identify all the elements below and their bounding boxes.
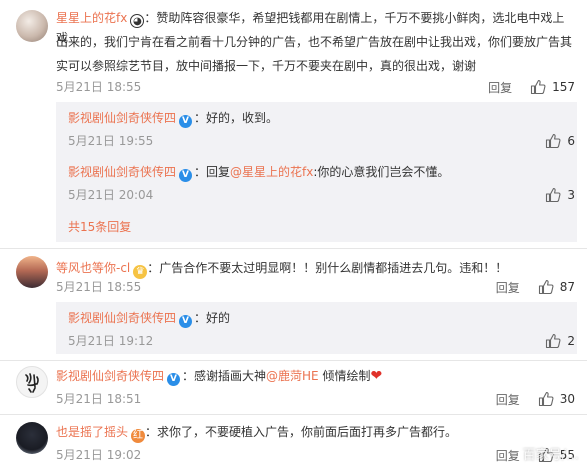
like-count: 3 bbox=[567, 188, 575, 202]
avatar[interactable] bbox=[16, 10, 48, 42]
thumbs-up-icon bbox=[538, 391, 554, 407]
reply-text: 影视剧仙剑奇侠传四 V ：好的 bbox=[68, 308, 571, 328]
comment-text: ：求你了，不要硬植入广告，你前面后面打再多广告都行。 bbox=[145, 425, 458, 439]
like-count: 157 bbox=[552, 80, 575, 94]
reply-content: ：好的 bbox=[194, 311, 231, 325]
calligraphy-logo-icon bbox=[25, 373, 39, 393]
more-replies-link[interactable]: 共15条回复 bbox=[68, 218, 131, 236]
reply-date: 5月21日 20:04 bbox=[68, 188, 154, 202]
verified-icon: V bbox=[179, 115, 193, 128]
thumbs-up-icon bbox=[530, 79, 546, 95]
comment-text-prefix: ：感谢插画大神 bbox=[182, 369, 267, 383]
like-button[interactable]: 157 bbox=[530, 79, 575, 95]
reply-text: 影视剧仙剑奇侠传四 V ：好的，收到。 bbox=[68, 108, 571, 128]
reply-text: 影视剧仙剑奇侠传四 V ：回复@星星上的花fx:你的心意我们岂会不懂。 bbox=[68, 162, 571, 182]
reply-username[interactable]: 影视剧仙剑奇侠传四 bbox=[68, 111, 176, 125]
comment-actions: 回复 30 bbox=[496, 390, 575, 408]
thumbs-up-icon bbox=[545, 333, 561, 349]
avatar[interactable] bbox=[16, 256, 48, 288]
reply-date: 5月21日 19:12 bbox=[68, 334, 154, 348]
reply-like-button[interactable]: 2 bbox=[545, 332, 575, 350]
like-count: 30 bbox=[559, 392, 575, 406]
replies-panel: 影视剧仙剑奇侠传四 V ：好的 5月21日 19:12 2 bbox=[56, 302, 577, 354]
panda-icon: ◕ bbox=[130, 14, 145, 28]
divider bbox=[0, 248, 587, 249]
reply-username[interactable]: 影视剧仙剑奇侠传四 bbox=[68, 165, 176, 179]
comment-username[interactable]: 也是摇了摇头 bbox=[56, 425, 128, 439]
reply-username[interactable]: 影视剧仙剑奇侠传四 bbox=[68, 311, 176, 325]
divider bbox=[0, 414, 587, 415]
level-badge-icon: 红 bbox=[131, 429, 146, 443]
reply-like-button[interactable]: 6 bbox=[545, 132, 575, 150]
watermark: 百家号/… bbox=[522, 448, 579, 463]
reply-button[interactable]: 回复 bbox=[488, 79, 512, 96]
mention-link[interactable]: @鹿菏HE bbox=[266, 369, 319, 383]
comment-text: 倾情绘制 bbox=[318, 369, 371, 383]
divider bbox=[0, 360, 587, 361]
like-count: 87 bbox=[559, 280, 575, 294]
comment-username[interactable]: 等风也等你-cl bbox=[56, 261, 130, 275]
comment-text-line: 影视剧仙剑奇侠传四 V ：感谢插画大神@鹿菏HE 倾情绘制❤ bbox=[56, 366, 573, 386]
like-button[interactable]: 87 bbox=[538, 279, 575, 295]
comment-actions: 回复 87 bbox=[496, 278, 575, 296]
comment-date: 5月21日 18:55 bbox=[56, 280, 142, 294]
reply-content-prefix: ：回复 bbox=[194, 165, 231, 179]
comment-text-line: 出来的，我们宁肯在看之前看十几分钟的广告，也不希望广告放在剧中让我出戏，你们要放… bbox=[56, 35, 573, 49]
comment-date: 5月21日 19:02 bbox=[56, 448, 142, 462]
comment-username[interactable]: 影视剧仙剑奇侠传四 bbox=[56, 369, 164, 383]
comment-text: ：广告合作不要太过明显啊！！别什么剧情都插进去几句。违和！！ bbox=[147, 261, 508, 275]
like-count: 2 bbox=[567, 334, 575, 348]
comment-username[interactable]: 星星上的花fx bbox=[56, 11, 127, 25]
reply-button[interactable]: 回复 bbox=[496, 447, 520, 464]
comment-date: 5月21日 18:55 bbox=[56, 80, 142, 94]
comment-text-line: 实可以参照综艺节目，放中间播报一下，千万不要夹在剧中，真的很出戏，谢谢 bbox=[56, 59, 477, 73]
comment-actions: 回复 157 bbox=[488, 78, 575, 96]
avatar[interactable] bbox=[16, 422, 48, 454]
heart-icon: ❤ bbox=[370, 368, 383, 384]
reply-date: 5月21日 19:55 bbox=[68, 134, 154, 148]
replies-panel: 影视剧仙剑奇侠传四 V ：好的，收到。 5月21日 19:55 6 影视剧仙剑奇侠传… bbox=[56, 102, 577, 242]
comment-date: 5月21日 18:51 bbox=[56, 392, 142, 406]
thumbs-up-icon bbox=[545, 187, 561, 203]
reply-content: :你的心意我们岂会不懂。 bbox=[313, 165, 450, 179]
verified-icon: V bbox=[179, 169, 193, 182]
crown-icon: ♛ bbox=[133, 265, 148, 279]
mention-link[interactable]: @星星上的花fx bbox=[230, 165, 313, 179]
reply-button[interactable]: 回复 bbox=[496, 391, 520, 408]
like-count: 6 bbox=[567, 134, 575, 148]
reply-content: ：好的，收到。 bbox=[194, 111, 279, 125]
thumbs-up-icon bbox=[545, 133, 561, 149]
reply-like-button[interactable]: 3 bbox=[545, 186, 575, 204]
comment-text-line: 也是摇了摇头红：求你了，不要硬植入广告，你前面后面打再多广告都行。 bbox=[56, 422, 573, 443]
thumbs-up-icon bbox=[538, 279, 554, 295]
comment-text-line: 等风也等你-cl ♛ ：广告合作不要太过明显啊！！别什么剧情都插进去几句。违和！！ bbox=[56, 258, 573, 279]
like-button[interactable]: 30 bbox=[538, 391, 575, 407]
verified-icon: V bbox=[167, 373, 181, 386]
avatar[interactable] bbox=[16, 366, 48, 398]
reply-button[interactable]: 回复 bbox=[496, 279, 520, 296]
verified-icon: V bbox=[179, 315, 193, 328]
